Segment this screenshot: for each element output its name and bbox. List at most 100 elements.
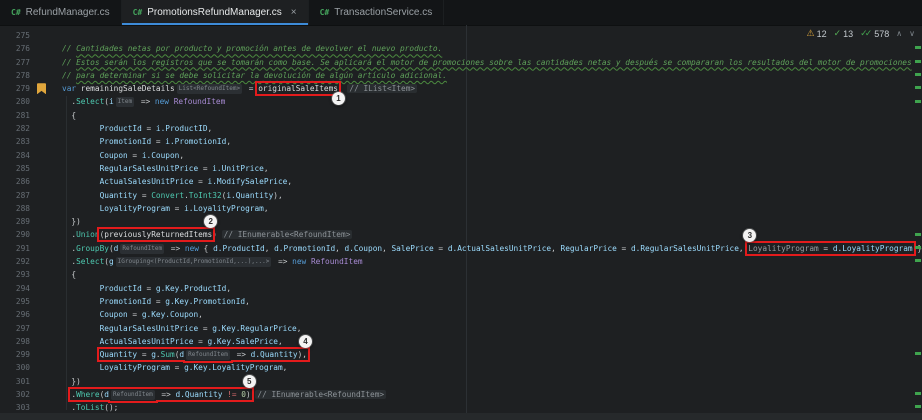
line-number[interactable]: 283 [0,135,30,148]
line-number[interactable]: 275 [0,29,30,42]
line-number[interactable]: 278 [0,69,30,82]
code-token: LoyalityProgram [748,244,818,253]
chevron-up-icon[interactable]: ∧ [896,29,902,38]
close-icon[interactable]: × [291,7,297,18]
gutter-glyph-margin[interactable] [30,135,62,148]
tab-transactionservice[interactable]: C# TransactionService.cs [309,0,445,25]
gutter-glyph-margin[interactable] [30,215,62,228]
line-number[interactable]: 281 [0,109,30,122]
gutter-glyph-margin[interactable] [30,335,62,348]
gutter-glyph-margin[interactable] [30,255,62,268]
gutter-glyph-margin[interactable] [30,82,62,95]
gutter-glyph-margin[interactable] [30,29,62,42]
tab-refundmanager[interactable]: C# RefundManager.cs [0,0,122,25]
change-marker[interactable] [915,352,921,355]
gutter-glyph-margin[interactable] [30,375,62,388]
horizontal-scrollbar-track[interactable] [0,413,922,420]
line-number[interactable]: 279 [0,82,30,95]
line-number[interactable]: 285 [0,162,30,175]
change-marker[interactable] [915,405,921,408]
code-token: => [273,257,292,266]
gutter-glyph-margin[interactable] [30,109,62,122]
change-marker[interactable] [915,73,921,76]
gutter-glyph-margin[interactable] [30,348,62,361]
code-token: RegularSalesUnitPrice [100,164,199,173]
gutter-glyph-margin[interactable] [30,242,62,255]
code-token: Select [76,257,104,266]
gutter-glyph-margin[interactable] [30,175,62,188]
gutter-glyph-margin[interactable] [30,189,62,202]
change-marker[interactable] [915,86,921,89]
line-number[interactable]: 289 [0,215,30,228]
gutter-glyph-margin[interactable] [30,69,62,82]
gutter-glyph-margin[interactable] [30,202,62,215]
tab-label: TransactionService.cs [334,7,432,18]
gutter-glyph-margin[interactable] [30,361,62,374]
gutter-glyph-margin[interactable] [30,149,62,162]
line-number[interactable]: 297 [0,322,30,335]
change-marker[interactable] [915,233,921,236]
code-line: 298 ActualSalesUnitPrice = g.Key.SalePri… [0,335,922,348]
line-number[interactable]: 295 [0,295,30,308]
code-token: new [185,244,199,253]
inlay-hint: RefoundItem [111,390,155,400]
gutter-glyph-margin[interactable] [30,322,62,335]
code-line: 276// Cantidades netas por producto y pr… [0,42,922,55]
gutter-glyph-margin[interactable] [30,56,62,69]
gutter-glyph-margin[interactable] [30,308,62,321]
line-number[interactable]: 276 [0,42,30,55]
code-line: 300 LoyalityProgram = g.Key.LoyalityProg… [0,361,922,374]
line-number[interactable]: 292 [0,255,30,268]
line-number[interactable]: 293 [0,268,30,281]
code-token: , [278,337,283,346]
change-marker[interactable] [915,46,921,49]
code-token: (); [104,403,118,412]
gutter-glyph-margin[interactable] [30,95,62,108]
gutter-glyph-margin[interactable] [30,162,62,175]
change-marker[interactable] [915,246,921,249]
line-number[interactable]: 302 [0,388,30,401]
gutter-glyph-margin[interactable] [30,122,62,135]
gutter-glyph-margin[interactable] [30,42,62,55]
code-line-content: Quantity = g.Sum(dRefoundItem => d.Quant… [62,348,307,361]
code-line: 285 RegularSalesUnitPrice = i.UnitPrice, [0,162,922,175]
code-token: Estos serán los registros que se tomarán… [76,58,912,67]
code-token: // [62,58,76,67]
gutter-glyph-margin[interactable] [30,388,62,401]
gutter-glyph-margin[interactable] [30,228,62,241]
line-number[interactable]: 277 [0,56,30,69]
line-number[interactable]: 294 [0,282,30,295]
change-marker[interactable] [915,60,921,63]
line-number[interactable]: 287 [0,189,30,202]
code-token: = [193,337,207,346]
change-marker[interactable] [915,392,921,395]
code-token: . [62,97,76,106]
line-number[interactable]: 286 [0,175,30,188]
code-token: , [297,324,302,333]
gutter-glyph-margin[interactable] [30,282,62,295]
gutter-glyph-margin[interactable] [30,268,62,281]
change-marker[interactable] [915,100,921,103]
code-token: , [283,363,288,372]
code-token: LoyalityProgram [100,363,170,372]
gutter-glyph-margin[interactable] [30,295,62,308]
line-number[interactable]: 300 [0,361,30,374]
change-marker[interactable] [915,259,921,262]
line-number[interactable]: 284 [0,149,30,162]
line-number[interactable]: 298 [0,335,30,348]
chevron-down-icon[interactable]: ∨ [909,29,915,38]
bookmark-icon[interactable] [37,83,46,94]
tab-promotionsrefundmanager[interactable]: C# PromotionsRefundManager.cs × [122,0,309,25]
code-token: ActualSalesUnitPrice [100,177,194,186]
line-number[interactable]: 299 [0,348,30,361]
line-number[interactable]: 296 [0,308,30,321]
line-number[interactable]: 290 [0,228,30,241]
line-number[interactable]: 291 [0,242,30,255]
code-editor[interactable]: 275276// Cantidades netas por producto y… [0,25,922,420]
code-token: . [62,257,76,266]
line-number[interactable]: 282 [0,122,30,135]
line-number[interactable]: 288 [0,202,30,215]
line-number[interactable]: 301 [0,375,30,388]
code-token: = [434,244,448,253]
line-number[interactable]: 280 [0,95,30,108]
